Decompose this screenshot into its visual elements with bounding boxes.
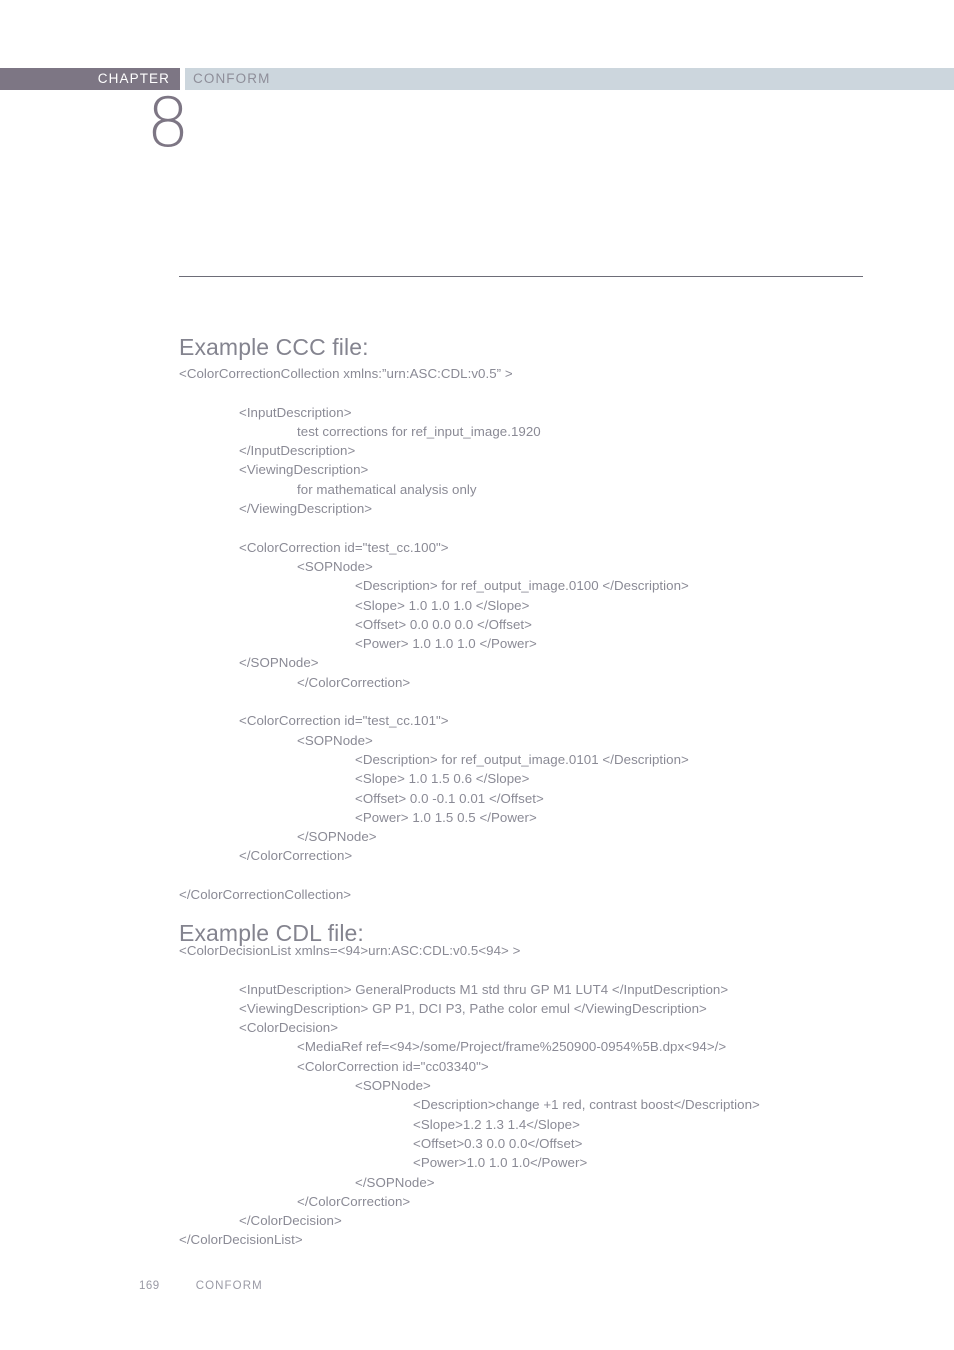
code-line: <ColorCorrectionCollection xmlns:”urn:AS…	[179, 366, 513, 381]
section-tab-label: CONFORM	[193, 71, 271, 87]
code-line: <SOPNode>	[297, 558, 373, 574]
code-line: </ColorDecision>	[239, 1213, 342, 1229]
code-line: </SOPNode>	[239, 655, 319, 671]
code-line: <ViewingDescription> GP P1, DCI P3, Path…	[239, 1000, 707, 1016]
code-line: <MediaRef ref=<94>/some/Project/frame%25…	[297, 1039, 727, 1055]
page-footer: 169 CONFORM	[139, 1280, 263, 1292]
code-line: <Power> 1.0 1.0 1.0 </Power>	[355, 636, 537, 652]
code-line: </ColorCorrection>	[239, 848, 353, 864]
code-line: <ViewingDescription>	[239, 462, 369, 478]
page-header-bar: CHAPTER CONFORM	[0, 68, 954, 90]
code-line: <Offset> 0.0 -0.1 0.01 </Offset>	[355, 790, 544, 806]
code-line: <Slope> 1.0 1.5 0.6 </Slope>	[355, 771, 530, 787]
code-line: for mathematical analysis only	[297, 481, 477, 497]
code-line: <SOPNode>	[297, 732, 373, 748]
code-line: <InputDescription> GeneralProducts M1 st…	[239, 981, 729, 997]
code-block-cdl: <ColorDecisionList xmlns=<94>urn:ASC:CDL…	[179, 941, 939, 1250]
code-line: </ViewingDescription>	[239, 501, 373, 517]
code-line: </ColorCorrectionCollection>	[179, 887, 352, 903]
code-line: <ColorCorrection id="test_cc.101">	[239, 713, 449, 729]
code-line: <ColorDecision>	[239, 1020, 339, 1036]
code-block-ccc: <ColorCorrectionCollection xmlns:”urn:AS…	[179, 364, 939, 904]
code-line: <Power>1.0 1.0 1.0</Power>	[413, 1155, 588, 1171]
code-line: test corrections for ref_input_image.192…	[297, 423, 541, 439]
code-line: </SOPNode>	[355, 1174, 435, 1190]
code-line: </ColorCorrection>	[297, 1193, 411, 1209]
code-line: </ColorCorrection>	[297, 674, 411, 690]
code-line: <Offset> 0.0 0.0 0.0 </Offset>	[355, 616, 532, 632]
code-line: <Description>change +1 red, contrast boo…	[413, 1097, 760, 1113]
code-line: <Slope> 1.0 1.0 1.0 </Slope>	[355, 597, 530, 613]
code-line: <Power> 1.0 1.5 0.5 </Power>	[355, 809, 537, 825]
footer-section-name: CONFORM	[195, 1280, 263, 1292]
code-line: <SOPNode>	[355, 1078, 431, 1094]
section-tab: CONFORM	[185, 68, 954, 90]
heading-example-ccc-file: Example CCC file:	[179, 334, 369, 361]
footer-page-number: 169	[139, 1280, 160, 1292]
code-line: <Description> for ref_output_image.0101 …	[355, 751, 689, 767]
code-line: <ColorCorrection id="test_cc.100">	[239, 539, 449, 555]
code-line: <Description> for ref_output_image.0100 …	[355, 578, 689, 594]
code-line: <ColorDecisionList xmlns=<94>urn:ASC:CDL…	[179, 943, 521, 958]
code-line: </SOPNode>	[297, 829, 377, 845]
code-line: </InputDescription>	[239, 443, 356, 459]
section-divider-rule	[179, 276, 863, 277]
code-line: </ColorDecisionList>	[179, 1232, 303, 1248]
code-line: <InputDescription>	[239, 404, 352, 420]
code-line: <Offset>0.3 0.0 0.0</Offset>	[413, 1135, 583, 1151]
code-line: <Slope>1.2 1.3 1.4</Slope>	[413, 1116, 580, 1132]
code-line: <ColorCorrection id="cc03340">	[297, 1058, 489, 1074]
chapter-number: 8	[146, 84, 190, 163]
